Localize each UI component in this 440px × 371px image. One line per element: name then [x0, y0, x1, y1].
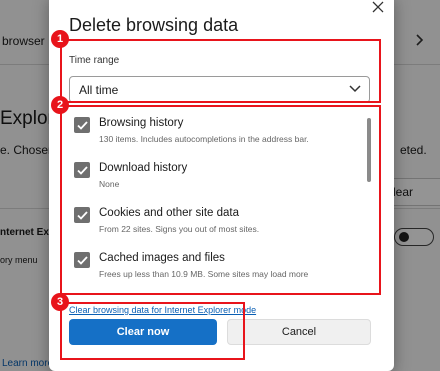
annotation-badge-1: 1 — [51, 30, 69, 48]
annotation-badge-3: 3 — [51, 293, 69, 311]
annotation-badge-2: 2 — [51, 96, 69, 114]
close-button[interactable] — [367, 0, 389, 18]
cancel-button[interactable]: Cancel — [227, 319, 371, 345]
annotation-box-time-range — [60, 39, 381, 103]
close-icon — [372, 1, 384, 13]
annotation-box-data-list — [60, 105, 381, 295]
dialog-title: Delete browsing data — [69, 15, 239, 35]
annotation-box-clear-now — [60, 302, 245, 360]
